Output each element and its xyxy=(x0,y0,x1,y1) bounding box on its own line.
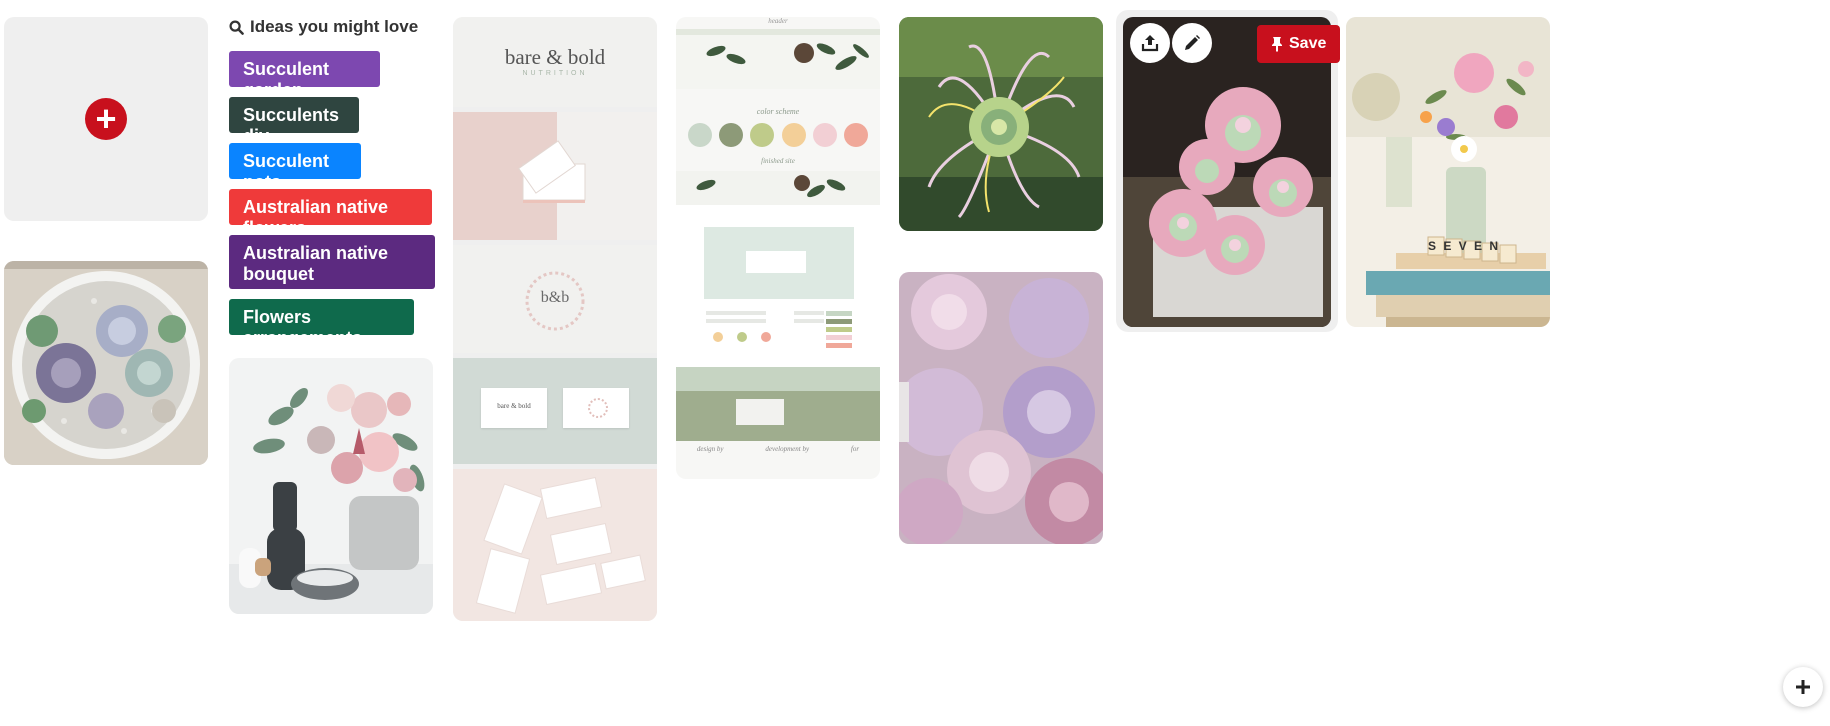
ideas-heading: Ideas you might love xyxy=(229,17,439,37)
swatch-5 xyxy=(812,123,837,147)
pin-pink-succulent[interactable] xyxy=(1123,17,1331,327)
color-swatches xyxy=(688,123,868,147)
scrabble-text: S E V E N xyxy=(1428,239,1501,253)
plus-icon: + xyxy=(85,98,127,140)
pin-native-bouquet[interactable] xyxy=(229,358,433,614)
swatch-3 xyxy=(750,123,775,147)
chip-succulent-pots[interactable]: Succulent pots xyxy=(229,143,361,192)
protea-flower-image xyxy=(899,17,1103,231)
pin-succulent-bowl[interactable] xyxy=(4,261,208,465)
pin-icon xyxy=(1272,37,1282,52)
chip-flowers-arrangements[interactable]: Flowers arrangements xyxy=(229,299,414,348)
chip-australian-native-flowers[interactable]: Australian native flowers xyxy=(229,189,432,238)
save-button-label: Save xyxy=(1289,35,1327,52)
pastel-succulents-image xyxy=(899,272,1103,544)
pencil-icon xyxy=(1185,35,1200,50)
footer-development-by: development by xyxy=(765,445,810,453)
footer-band xyxy=(676,367,880,441)
pink-succulent-image xyxy=(1123,17,1331,327)
business-card-image xyxy=(518,140,586,203)
brand-logo-subtext: NUTRITION xyxy=(522,70,588,77)
swatch-2 xyxy=(719,123,744,147)
save-button[interactable]: Save xyxy=(1257,25,1341,63)
footer-for: for xyxy=(850,445,860,453)
ideas-section: Ideas you might love Succulent garden Su… xyxy=(229,17,439,348)
succulent-bowl-image xyxy=(4,261,208,465)
website-mockup-image xyxy=(676,171,880,381)
swatch-1 xyxy=(688,123,712,147)
header-label: header xyxy=(768,17,788,25)
brand-logo-panel: bare & bold NUTRITION xyxy=(453,17,657,107)
card-spread-image xyxy=(475,476,646,614)
wildflower-jar-image xyxy=(1346,17,1550,327)
floating-add-button[interactable] xyxy=(1783,667,1823,707)
foliage-banner-top xyxy=(676,29,880,89)
bouquet-image xyxy=(229,358,433,614)
pin-pastel-succulents[interactable] xyxy=(899,272,1103,544)
chip-succulents-diy[interactable]: Succulents diy xyxy=(229,97,359,146)
finished-site-label: finished site xyxy=(761,157,795,165)
plus-icon xyxy=(1796,680,1810,694)
footer-design-by: design by xyxy=(696,445,724,453)
chip-succulent-garden[interactable]: Succulent garden xyxy=(229,51,380,100)
pin-brand-board[interactable]: bare & bold NUTRITION b&b bare & bold xyxy=(453,17,657,621)
edit-button[interactable] xyxy=(1172,23,1212,63)
card-pair-panel: bare & bold xyxy=(453,358,657,464)
footer-credits: design by development by for xyxy=(676,445,880,453)
color-scheme-label: color scheme xyxy=(756,107,800,116)
business-card-panel xyxy=(453,112,657,240)
monogram-panel: b&b xyxy=(453,245,657,353)
card-spread-panel xyxy=(453,469,657,621)
pin-wildflower-jar[interactable]: S E V E N xyxy=(1346,17,1550,327)
card-text: bare & bold xyxy=(497,402,531,410)
search-icon xyxy=(229,19,244,35)
ideas-heading-text: Ideas you might love xyxy=(250,17,419,36)
pin-style-board[interactable]: header color scheme finished site design… xyxy=(676,17,880,479)
share-icon xyxy=(1141,35,1159,52)
pin-protea-flower[interactable] xyxy=(899,17,1103,231)
share-button[interactable] xyxy=(1130,23,1170,63)
brand-logo-text: bare & bold xyxy=(504,45,606,69)
monogram-text: b&b xyxy=(540,289,570,306)
swatch-4 xyxy=(781,123,806,147)
create-pin-card[interactable]: + xyxy=(4,17,208,221)
swatch-6 xyxy=(843,123,868,147)
chip-australian-native-bouquet[interactable]: Australian native bouquet xyxy=(229,235,435,289)
